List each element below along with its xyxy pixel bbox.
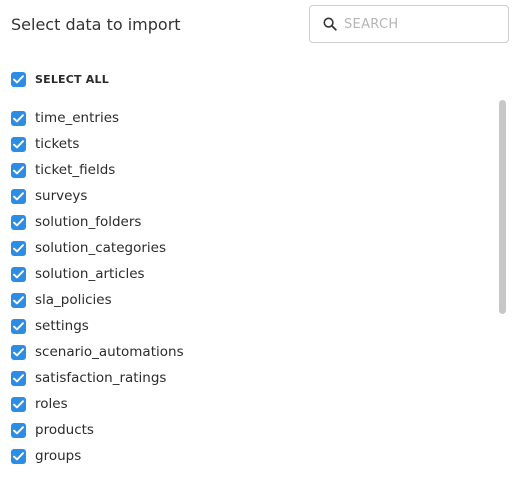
checkbox-checked-icon[interactable] [11, 448, 26, 464]
import-data-panel: Select data to import SELECT ALL time_en… [0, 0, 516, 478]
list-item[interactable]: products [11, 417, 481, 443]
checkbox-checked-icon[interactable] [11, 72, 26, 87]
list-item[interactable]: surveys [11, 183, 481, 209]
list-item-label: groups [35, 448, 82, 464]
checkbox-checked-icon[interactable] [11, 266, 26, 282]
list-item[interactable]: settings [11, 313, 481, 339]
list-item-label: tickets [35, 136, 80, 152]
list-item-label: roles [35, 396, 68, 412]
list-item-label: products [35, 422, 94, 438]
list-item-label: solution_folders [35, 214, 142, 230]
list-item-label: solution_articles [35, 266, 145, 282]
data-list-viewport: time_entries tickets ticket_fields surve… [0, 100, 516, 478]
list-item[interactable]: groups [11, 443, 481, 469]
checkbox-checked-icon[interactable] [11, 188, 26, 204]
list-item-label: solution_categories [35, 240, 166, 256]
list-item-label: time_entries [35, 110, 120, 126]
list-item-label: surveys [35, 188, 88, 204]
list-item-label: settings [35, 318, 89, 334]
checkbox-checked-icon[interactable] [11, 110, 26, 126]
list-item-label: ticket_fields [35, 162, 116, 178]
list-item[interactable]: roles [11, 391, 481, 417]
checkbox-checked-icon[interactable] [11, 162, 26, 178]
checkbox-checked-icon[interactable] [11, 292, 26, 308]
scrollbar-thumb[interactable] [499, 100, 506, 314]
search-input[interactable] [344, 16, 494, 32]
list-item[interactable]: satisfaction_ratings [11, 365, 481, 391]
select-all-label: SELECT ALL [35, 73, 109, 86]
list-item[interactable]: sla_policies [11, 287, 481, 313]
page-title: Select data to import [11, 15, 181, 34]
list-item[interactable]: scenario_automations [11, 339, 481, 365]
checkbox-checked-icon[interactable] [11, 370, 26, 386]
scrollbar[interactable] [498, 100, 508, 478]
search-box[interactable] [309, 5, 509, 43]
checkbox-checked-icon[interactable] [11, 136, 26, 152]
checkbox-checked-icon[interactable] [11, 422, 26, 438]
checkbox-checked-icon[interactable] [11, 318, 26, 334]
list-item[interactable]: tickets [11, 131, 481, 157]
checkbox-checked-icon[interactable] [11, 240, 26, 256]
list-item-label: satisfaction_ratings [35, 370, 167, 386]
list-item[interactable]: solution_folders [11, 209, 481, 235]
list-item[interactable]: solution_articles [11, 261, 481, 287]
list-item-label: sla_policies [35, 292, 112, 308]
checkbox-checked-icon[interactable] [11, 344, 26, 360]
search-icon [322, 16, 338, 32]
list-item[interactable]: solution_categories [11, 235, 481, 261]
list-item[interactable]: time_entries [11, 105, 481, 131]
list-item[interactable]: ticket_fields [11, 157, 481, 183]
select-all-checkbox[interactable]: SELECT ALL [11, 72, 109, 87]
checkbox-checked-icon[interactable] [11, 214, 26, 230]
list-item-label: scenario_automations [35, 344, 184, 360]
data-list: time_entries tickets ticket_fields surve… [11, 105, 481, 469]
checkbox-checked-icon[interactable] [11, 396, 26, 412]
